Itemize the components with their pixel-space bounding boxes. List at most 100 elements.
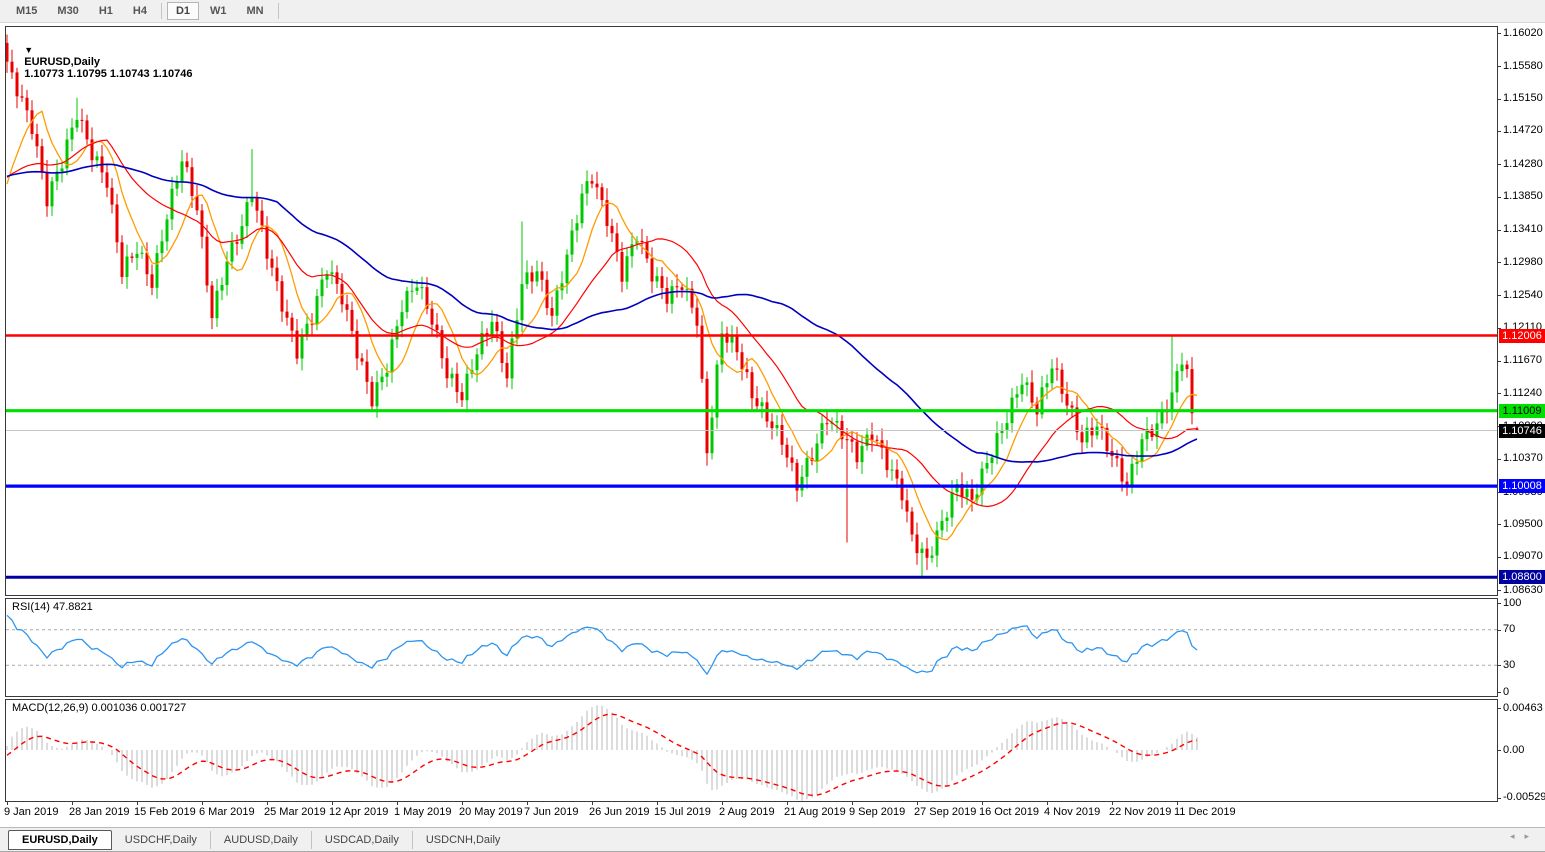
price-axis-tick	[1497, 590, 1501, 591]
time-axis-label: 22 Nov 2019	[1109, 806, 1171, 818]
time-axis-label: 15 Jul 2019	[654, 806, 711, 818]
timeframe-button-m15[interactable]: M15	[7, 2, 46, 20]
time-axis-label: 15 Feb 2019	[134, 806, 196, 818]
time-axis-tick	[592, 801, 593, 805]
symbol-dropdown-icon[interactable]: ▼	[24, 45, 33, 55]
price-axis-tick	[1497, 524, 1501, 525]
time-axis-tick	[527, 801, 528, 805]
price-axis-tick	[1497, 33, 1501, 34]
price-axis-label: 1.08630	[1503, 584, 1543, 596]
price-axis-label: 1.13410	[1503, 223, 1543, 235]
time-axis-label: 25 Mar 2019	[264, 806, 326, 818]
price-axis-tick	[1497, 262, 1501, 263]
macd-label: MACD(12,26,9) 0.001036 0.001727	[12, 702, 186, 714]
price-axis-tick	[1497, 99, 1501, 100]
macd-axis-label: 0.00	[1503, 744, 1524, 756]
macd-axis-tick	[1497, 708, 1501, 709]
price-tag-support-line-blue: 1.10008	[1499, 479, 1545, 493]
price-axis-tick	[1497, 361, 1501, 362]
rsi-axis-tick	[1497, 665, 1501, 666]
macd-axis-tick	[1497, 798, 1501, 799]
candlestick-chart[interactable]	[6, 27, 1497, 595]
time-axis-tick	[787, 801, 788, 805]
time-axis-tick	[332, 801, 333, 805]
price-tag-support-line-navy: 1.08800	[1499, 570, 1545, 584]
tab-usdcnh-daily[interactable]: USDCNH,Daily	[412, 831, 514, 849]
time-axis-label: 28 Jan 2019	[69, 806, 130, 818]
timeframe-button-mn[interactable]: MN	[238, 2, 273, 20]
time-axis-label: 7 Jun 2019	[524, 806, 578, 818]
timeframe-button-h4[interactable]: H4	[124, 2, 156, 20]
time-axis-label: 27 Sep 2019	[914, 806, 976, 818]
time-axis-tick	[462, 801, 463, 805]
time-axis-tick	[72, 801, 73, 805]
timeframe-button-w1[interactable]: W1	[201, 2, 236, 20]
chart-title-ohlc: 1.10773 1.10795 1.10743 1.10746	[24, 68, 192, 80]
time-axis-label: 1 May 2019	[394, 806, 451, 818]
terminal-window: M15M30H1H4 D1W1MN ▼ EURUSD,Daily 1.10773 …	[0, 0, 1545, 852]
time-axis-label: 4 Nov 2019	[1044, 806, 1100, 818]
price-axis-tick	[1497, 164, 1501, 165]
timeframe-button-d1[interactable]: D1	[167, 2, 199, 20]
price-tag-resistance-line-red: 1.12006	[1499, 329, 1545, 343]
price-axis-label: 1.14280	[1503, 158, 1543, 170]
time-axis-tick	[7, 801, 8, 805]
rsi-axis-tick	[1497, 603, 1501, 604]
rsi-axis-label: 100	[1503, 597, 1521, 609]
tabs-scroll-left-icon[interactable]: ◂	[1510, 831, 1525, 841]
time-axis-label: 2 Aug 2019	[719, 806, 775, 818]
rsi-axis-label: 0	[1503, 686, 1509, 698]
price-axis-tick	[1497, 230, 1501, 231]
tab-audusd-daily[interactable]: AUDUSD,Daily	[210, 831, 311, 849]
time-axis-tick	[1047, 801, 1048, 805]
time-axis-label: 12 Apr 2019	[329, 806, 388, 818]
rsi-axis-label: 70	[1503, 623, 1515, 635]
time-axis-label: 6 Mar 2019	[199, 806, 255, 818]
tabbar-scroll-buttons: ◂▸	[1510, 831, 1539, 842]
price-axis-label: 1.09500	[1503, 518, 1543, 530]
time-axis-label: 21 Aug 2019	[784, 806, 846, 818]
chart-tabbar: EURUSD,DailyUSDCHF,DailyAUDUSD,DailyUSDC…	[0, 827, 1545, 852]
price-tag-current-price-line: 1.10746	[1499, 424, 1545, 438]
price-axis-label: 1.12540	[1503, 289, 1543, 301]
timeframe-button-h1[interactable]: H1	[90, 2, 122, 20]
price-axis-label: 1.12980	[1503, 256, 1543, 268]
rsi-axis-tick	[1497, 630, 1501, 631]
time-axis-tick	[1112, 801, 1113, 805]
macd-chart[interactable]	[6, 700, 1497, 801]
time-axis-tick	[1177, 801, 1178, 805]
time-axis-label: 20 May 2019	[459, 806, 523, 818]
tab-eurusd-daily[interactable]: EURUSD,Daily	[8, 830, 112, 850]
price-axis-tick	[1497, 66, 1501, 67]
timeframe-button-m30[interactable]: M30	[48, 2, 87, 20]
time-axis-tick	[722, 801, 723, 805]
toolbar-separator	[278, 3, 279, 19]
tabs-scroll-right-icon[interactable]: ▸	[1524, 831, 1539, 841]
price-axis-label: 1.16020	[1503, 27, 1543, 39]
time-axis-tick	[982, 801, 983, 805]
rsi-axis-label: 30	[1503, 659, 1515, 671]
price-axis-label: 1.11240	[1503, 387, 1542, 399]
time-axis-tick	[397, 801, 398, 805]
tab-usdchf-daily[interactable]: USDCHF,Daily	[112, 831, 210, 849]
timeframe-toolbar: M15M30H1H4 D1W1MN	[0, 0, 1545, 23]
rsi-chart[interactable]	[6, 599, 1497, 696]
price-axis-label: 1.10370	[1503, 452, 1543, 464]
price-tag-support-line-green: 1.11009	[1499, 404, 1545, 418]
tab-usdcad-daily[interactable]: USDCAD,Daily	[311, 831, 412, 849]
price-axis-tick	[1497, 393, 1501, 394]
rsi-label: RSI(14) 47.8821	[12, 601, 93, 613]
time-axis-tick	[202, 801, 203, 805]
price-axis-label: 1.14720	[1503, 124, 1543, 136]
price-axis-tick	[1497, 131, 1501, 132]
price-axis-tick	[1497, 197, 1501, 198]
price-axis-label: 1.15580	[1503, 60, 1543, 72]
price-axis-tick	[1497, 459, 1501, 460]
price-axis-tick	[1497, 557, 1501, 558]
price-axis-label: 1.13850	[1503, 190, 1543, 202]
time-axis-tick	[917, 801, 918, 805]
time-axis-label: 16 Oct 2019	[979, 806, 1039, 818]
price-axis-label: 1.15150	[1503, 92, 1543, 104]
price-axis-tick	[1497, 295, 1501, 296]
time-axis-label: 11 Dec 2019	[1174, 806, 1236, 818]
